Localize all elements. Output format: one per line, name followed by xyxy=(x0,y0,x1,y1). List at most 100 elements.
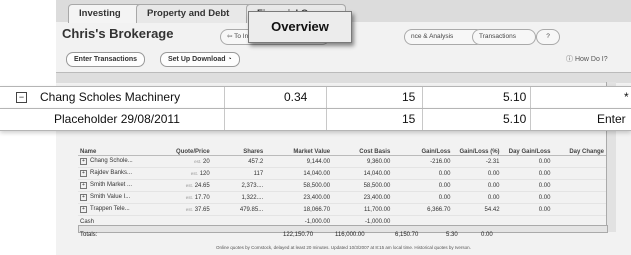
holdings-table: Name Quote/Price Shares Market Value Cos… xyxy=(78,140,606,228)
col-quote-price[interactable]: Quote/Price xyxy=(160,140,212,156)
table-row[interactable]: + Smith Value I... est. 17.70 1,322.... 2… xyxy=(78,191,606,204)
holding-shares: 457.2 xyxy=(211,155,266,168)
holding-gain-loss: 0.00 xyxy=(392,179,453,192)
overview-popup[interactable]: Overview xyxy=(248,11,352,43)
holding-gain-loss: -216.00 xyxy=(392,155,453,168)
collapse-icon[interactable]: − xyxy=(16,92,27,103)
help-circle-icon: ⓘ xyxy=(566,56,575,63)
totals-gain-loss: 6,150.70 xyxy=(395,232,419,238)
page-title: Chris's Brokerage xyxy=(62,26,174,41)
col-market-value[interactable]: Market Value xyxy=(265,140,333,156)
holding-price-value: 24.65 xyxy=(194,182,210,189)
totals-row: Totals: 122,150.70 116,000.00 6,150.70 5… xyxy=(78,232,606,242)
holding-name-text: Smith Value I... xyxy=(90,194,131,200)
holding-market-value: 9,144.00 xyxy=(265,155,333,168)
spotlight-row-placeholder[interactable]: Placeholder 29/08/2011 15 5.10 Enter xyxy=(0,108,631,131)
col-day-change[interactable]: Day Change xyxy=(552,140,606,156)
holding-gain-loss-pct: -2.31 xyxy=(452,155,502,168)
holding-name: + Chang Schole... xyxy=(78,155,161,168)
holding-cost-basis: 11,700.00 xyxy=(332,203,393,216)
table-row[interactable]: + Chang Schole... est. 20 457.2 9,144.00 … xyxy=(78,155,606,168)
table-row[interactable]: + Smith Market ... est. 24.65 2,373.... 5… xyxy=(78,179,606,192)
spotlight-placeholder-value: 5.10 xyxy=(503,112,527,126)
how-do-i-link[interactable]: ⓘ How Do I? xyxy=(566,54,608,64)
holding-cost-basis: 9,360.00 xyxy=(332,155,393,168)
holding-name: + Trappen Tele... xyxy=(78,203,161,216)
holding-day-change xyxy=(552,179,606,192)
download-icon: ◔ xyxy=(227,56,232,63)
help-icon[interactable]: ? xyxy=(536,29,560,45)
estimate-tag: est. xyxy=(194,158,202,164)
col-day-gain-loss[interactable]: Day Gain/Loss xyxy=(501,140,553,156)
enter-link[interactable]: Enter xyxy=(597,109,626,130)
expand-icon[interactable]: + xyxy=(80,194,87,201)
holding-gain-loss-pct: 0.00 xyxy=(452,167,502,180)
holding-day-gain-loss: 0.00 xyxy=(501,167,553,180)
spotlight-placeholder-name: Placeholder 29/08/2011 xyxy=(54,112,180,126)
holding-gain-loss-pct: 54.42 xyxy=(452,203,502,216)
col-gain-loss-pct[interactable]: Gain/Loss (%) xyxy=(452,140,502,156)
spotlight-holding-value: 5.10 xyxy=(503,90,527,104)
holding-day-change xyxy=(552,191,606,204)
spotlight-placeholder-shares: 15 xyxy=(402,112,416,126)
holding-price: est. 24.65 xyxy=(160,179,212,192)
setup-download-button[interactable]: Set Up Download ◔ xyxy=(160,52,240,67)
expand-icon[interactable]: + xyxy=(80,182,87,189)
expand-icon[interactable]: + xyxy=(80,206,87,213)
holding-name: + Rajdev Banks... xyxy=(78,167,161,180)
holding-day-gain-loss: 0.00 xyxy=(501,179,553,192)
holding-name: + Smith Value I... xyxy=(78,191,161,204)
holding-day-gain-loss: 0.00 xyxy=(501,191,553,204)
tab-investing[interactable]: Investing xyxy=(68,4,146,23)
holding-price-value: 17.70 xyxy=(194,194,210,201)
totals-cost-basis: 116,000.00 xyxy=(335,232,365,238)
holding-day-change xyxy=(552,167,606,180)
holding-shares: 2,373.... xyxy=(211,179,266,192)
holding-cost-basis: 14,040.00 xyxy=(332,167,393,180)
holding-day-gain-loss: 0.00 xyxy=(501,203,553,216)
holding-cost-basis: 23,400.00 xyxy=(332,191,393,204)
holding-price-value: 120 xyxy=(199,170,210,177)
holding-gain-loss: 6,366.70 xyxy=(392,203,453,216)
table-row[interactable]: + Trappen Tele... est. 37.65 479.85... 18… xyxy=(78,203,606,216)
spotlight-row-holding[interactable]: − Chang Scholes Machinery 0.34 15 5.10 * xyxy=(0,86,631,109)
estimate-tag: est. xyxy=(185,194,194,200)
holding-day-change xyxy=(552,155,606,168)
how-do-i-label: How Do I? xyxy=(574,56,608,63)
holding-name-text: Smith Market ... xyxy=(90,182,133,188)
estimate-tag: est. xyxy=(185,206,194,212)
quote-footnote: Online quotes by Comstock, delayed at le… xyxy=(216,245,471,250)
col-name[interactable]: Name xyxy=(78,140,161,156)
col-shares[interactable]: Shares xyxy=(211,140,266,156)
spotlight-holding-name: Chang Scholes Machinery xyxy=(40,90,181,104)
tab-property-and-debt[interactable]: Property and Debt xyxy=(136,4,262,23)
holding-gain-loss-pct: 0.00 xyxy=(452,179,502,192)
holding-shares: 479.85... xyxy=(211,203,266,216)
holding-name-text: Rajdev Banks... xyxy=(90,170,133,176)
holding-cost-basis: 58,500.00 xyxy=(332,179,393,192)
col-gain-loss[interactable]: Gain/Loss xyxy=(392,140,453,156)
col-cost-basis[interactable]: Cost Basis xyxy=(332,140,393,156)
holding-gain-loss-pct: 0.00 xyxy=(452,191,502,204)
enter-transactions-button[interactable]: Enter Transactions xyxy=(66,52,146,67)
totals-day-gain-loss: 0.00 xyxy=(481,232,493,238)
estimate-tag: est. xyxy=(185,182,194,188)
estimate-tag: est. xyxy=(190,170,199,176)
holding-name-text: Chang Schole... xyxy=(90,158,133,164)
expand-icon[interactable]: + xyxy=(80,158,87,165)
setup-download-label: Set Up Download xyxy=(168,56,226,63)
table-row[interactable]: + Rajdev Banks... est. 120 117 14,040.00 … xyxy=(78,167,606,180)
holding-name-text: Trappen Tele... xyxy=(90,206,130,212)
holding-day-change xyxy=(552,203,606,216)
holding-price: est. 20 xyxy=(160,155,212,168)
holding-price: est. 120 xyxy=(160,167,212,180)
holding-price: est. 37.65 xyxy=(160,203,212,216)
holding-market-value: 23,400.00 xyxy=(265,191,333,204)
holding-price-value: 37.65 xyxy=(194,206,210,213)
holding-price: est. 17.70 xyxy=(160,191,212,204)
holding-gain-loss: 0.00 xyxy=(392,191,453,204)
holding-day-gain-loss: 0.00 xyxy=(501,155,553,168)
transactions-button[interactable]: Transactions xyxy=(472,29,536,45)
expand-icon[interactable]: + xyxy=(80,170,87,177)
holding-market-value: 58,500.00 xyxy=(265,179,333,192)
